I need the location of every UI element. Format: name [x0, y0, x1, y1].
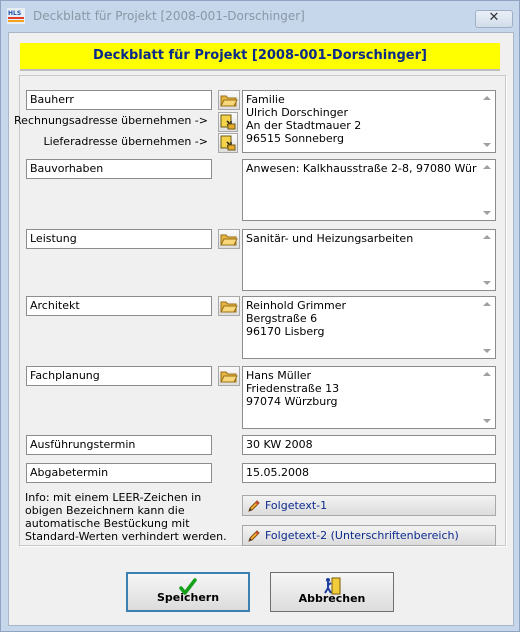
label-fachplanung[interactable]: Fachplanung: [26, 366, 212, 386]
ausfuehrungstermin-input[interactable]: 30 KW 2008: [242, 435, 496, 455]
open-folder-icon: [220, 234, 238, 246]
save-button-label: Speichern: [156, 591, 220, 604]
info-line: automatische Bestückung mit: [25, 517, 190, 530]
banner-title: Deckblatt für Projekt [2008-001-Dorschin…: [93, 48, 427, 63]
architekt-line: Reinhold Grimmer: [246, 299, 347, 312]
architekt-line: Bergstraße 6: [246, 312, 318, 325]
bauherr-memo[interactable]: Familie Ulrich Dorschinger An der Stadtm…: [242, 90, 496, 153]
lieferadresse-label: Lieferadresse übernehmen ->: [43, 135, 208, 148]
label-architekt[interactable]: Architekt: [26, 296, 212, 316]
dialog-client-area: Deckblatt für Projekt [2008-001-Dorschin…: [8, 32, 514, 626]
architekt-browse-button[interactable]: [218, 296, 240, 316]
rechnungsadresse-copy-button[interactable]: [218, 112, 238, 132]
window-title: Deckblatt für Projekt [2008-001-Dorschin…: [33, 9, 305, 23]
close-button[interactable]: ✕: [475, 10, 513, 28]
fachplanung-line: Hans Müller: [246, 369, 312, 382]
bauherr-browse-button[interactable]: [218, 90, 240, 110]
banner: Deckblatt für Projekt [2008-001-Dorschin…: [20, 43, 500, 71]
pencil-icon: [248, 500, 260, 512]
abgabetermin-input[interactable]: 15.05.2008: [242, 463, 496, 483]
info-line: obigen Bezeichnern kann die: [25, 504, 185, 517]
leistung-scrollbar[interactable]: [479, 230, 495, 290]
open-folder-icon: [220, 301, 238, 313]
bauherr-line: Ulrich Dorschinger: [246, 106, 348, 119]
lieferadresse-copy-button[interactable]: [218, 133, 238, 153]
fachplanung-memo[interactable]: Hans Müller Friedenstraße 13 97074 Würzb…: [242, 366, 496, 429]
open-folder-icon: [220, 95, 238, 107]
label-bauherr[interactable]: Bauherr: [26, 90, 212, 110]
pencil-icon: [248, 530, 260, 542]
cancel-button-label: Abbrechen: [298, 592, 366, 605]
open-folder-icon: [220, 371, 238, 383]
fachplanung-line: 97074 Würzburg: [246, 395, 338, 408]
label-ausfuehrungstermin[interactable]: Ausführungstermin: [26, 435, 212, 455]
architekt-line: 96170 Lisberg: [246, 325, 325, 338]
info-text: Info: mit einem LEER-Zeichen in obigen B…: [25, 491, 227, 543]
architekt-memo[interactable]: Reinhold Grimmer Bergstraße 6 96170 Lisb…: [242, 296, 496, 359]
folgetext-2-button[interactable]: Folgetext-2 (Unterschriftenbereich): [242, 525, 496, 546]
bauherr-line: An der Stadtmauer 2: [246, 119, 362, 132]
bauvorhaben-memo[interactable]: Anwesen: Kalkhausstraße 2-8, 97080 Würzb…: [242, 159, 496, 221]
leistung-browse-button[interactable]: [218, 229, 240, 249]
fachplanung-browse-button[interactable]: [218, 366, 240, 386]
bauvorhaben-scrollbar[interactable]: [479, 160, 495, 220]
label-bauvorhaben[interactable]: Bauvorhaben: [26, 159, 212, 179]
folgetext-1-label: Folgetext-1: [265, 499, 328, 512]
bauvorhaben-line: Anwesen: Kalkhausstraße 2-8, 97080 Würzb…: [246, 162, 477, 175]
rechnungsadresse-label: Rechnungsadresse übernehmen ->: [14, 114, 208, 127]
svg-text:HLS: HLS: [8, 10, 21, 17]
info-line: Standard-Werten verhindert werden.: [25, 530, 227, 543]
bauherr-line: 96515 Sonneberg: [246, 132, 344, 145]
hls-app-icon: HLS: [7, 8, 25, 24]
close-icon: ✕: [488, 10, 500, 25]
architekt-scrollbar[interactable]: [479, 297, 495, 358]
title-bar[interactable]: HLS Deckblatt für Projekt [2008-001-Dors…: [1, 1, 519, 31]
cancel-button[interactable]: Abbrechen: [270, 572, 394, 612]
fachplanung-scrollbar[interactable]: [479, 367, 495, 428]
leistung-memo[interactable]: Sanitär- und Heizungsarbeiten: [242, 229, 496, 291]
fachplanung-line: Friedenstraße 13: [246, 382, 340, 395]
dialog-window: HLS Deckblatt für Projekt [2008-001-Dors…: [0, 0, 520, 632]
label-abgabetermin[interactable]: Abgabetermin: [26, 463, 212, 483]
save-button[interactable]: Speichern: [126, 572, 250, 612]
info-line: Info: mit einem LEER-Zeichen in: [25, 491, 202, 504]
copy-address-icon: [220, 114, 236, 130]
label-leistung[interactable]: Leistung: [26, 229, 212, 249]
bauherr-scrollbar[interactable]: [479, 91, 495, 152]
leistung-line: Sanitär- und Heizungsarbeiten: [246, 232, 414, 245]
bauherr-line: Familie: [246, 93, 285, 106]
copy-address-icon: [220, 135, 236, 151]
folgetext-1-button[interactable]: Folgetext-1: [242, 495, 496, 516]
folgetext-2-label: Folgetext-2 (Unterschriftenbereich): [265, 529, 459, 542]
